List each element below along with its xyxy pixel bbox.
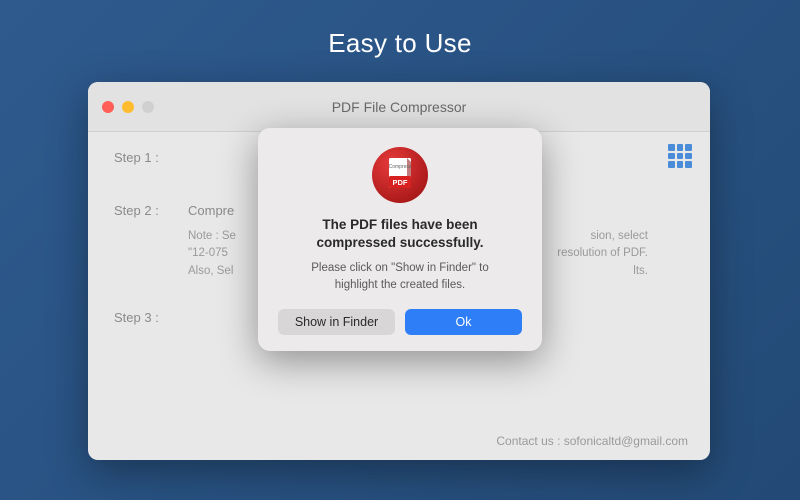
show-in-finder-button[interactable]: Show in Finder bbox=[278, 309, 395, 335]
step-2-label: Step 2 : bbox=[114, 203, 188, 280]
window-title: PDF File Compressor bbox=[88, 99, 710, 115]
icon-compress-label: Compress bbox=[389, 164, 412, 170]
grid-view-icon[interactable] bbox=[668, 144, 692, 168]
ok-button[interactable]: Ok bbox=[405, 309, 522, 335]
step-1-label: Step 1 : bbox=[114, 150, 188, 165]
dialog-title: The PDF files have been compressed succe… bbox=[278, 216, 522, 252]
dialog-button-row: Show in Finder Ok bbox=[278, 309, 522, 335]
icon-pdf-label: PDF bbox=[393, 178, 408, 187]
close-window-button[interactable] bbox=[102, 101, 114, 113]
dialog-message: Please click on "Show in Finder" to high… bbox=[278, 260, 522, 292]
app-icon: Compress PDF bbox=[371, 146, 429, 204]
step-3-label: Step 3 : bbox=[114, 310, 188, 325]
success-dialog: Compress PDF The PDF files have been com… bbox=[258, 128, 542, 351]
page-headline: Easy to Use bbox=[0, 0, 800, 59]
zoom-window-button[interactable] bbox=[142, 101, 154, 113]
contact-info: Contact us : sofonicaltd@gmail.com bbox=[496, 434, 688, 448]
titlebar: PDF File Compressor bbox=[88, 82, 710, 132]
traffic-lights bbox=[88, 101, 154, 113]
minimize-window-button[interactable] bbox=[122, 101, 134, 113]
